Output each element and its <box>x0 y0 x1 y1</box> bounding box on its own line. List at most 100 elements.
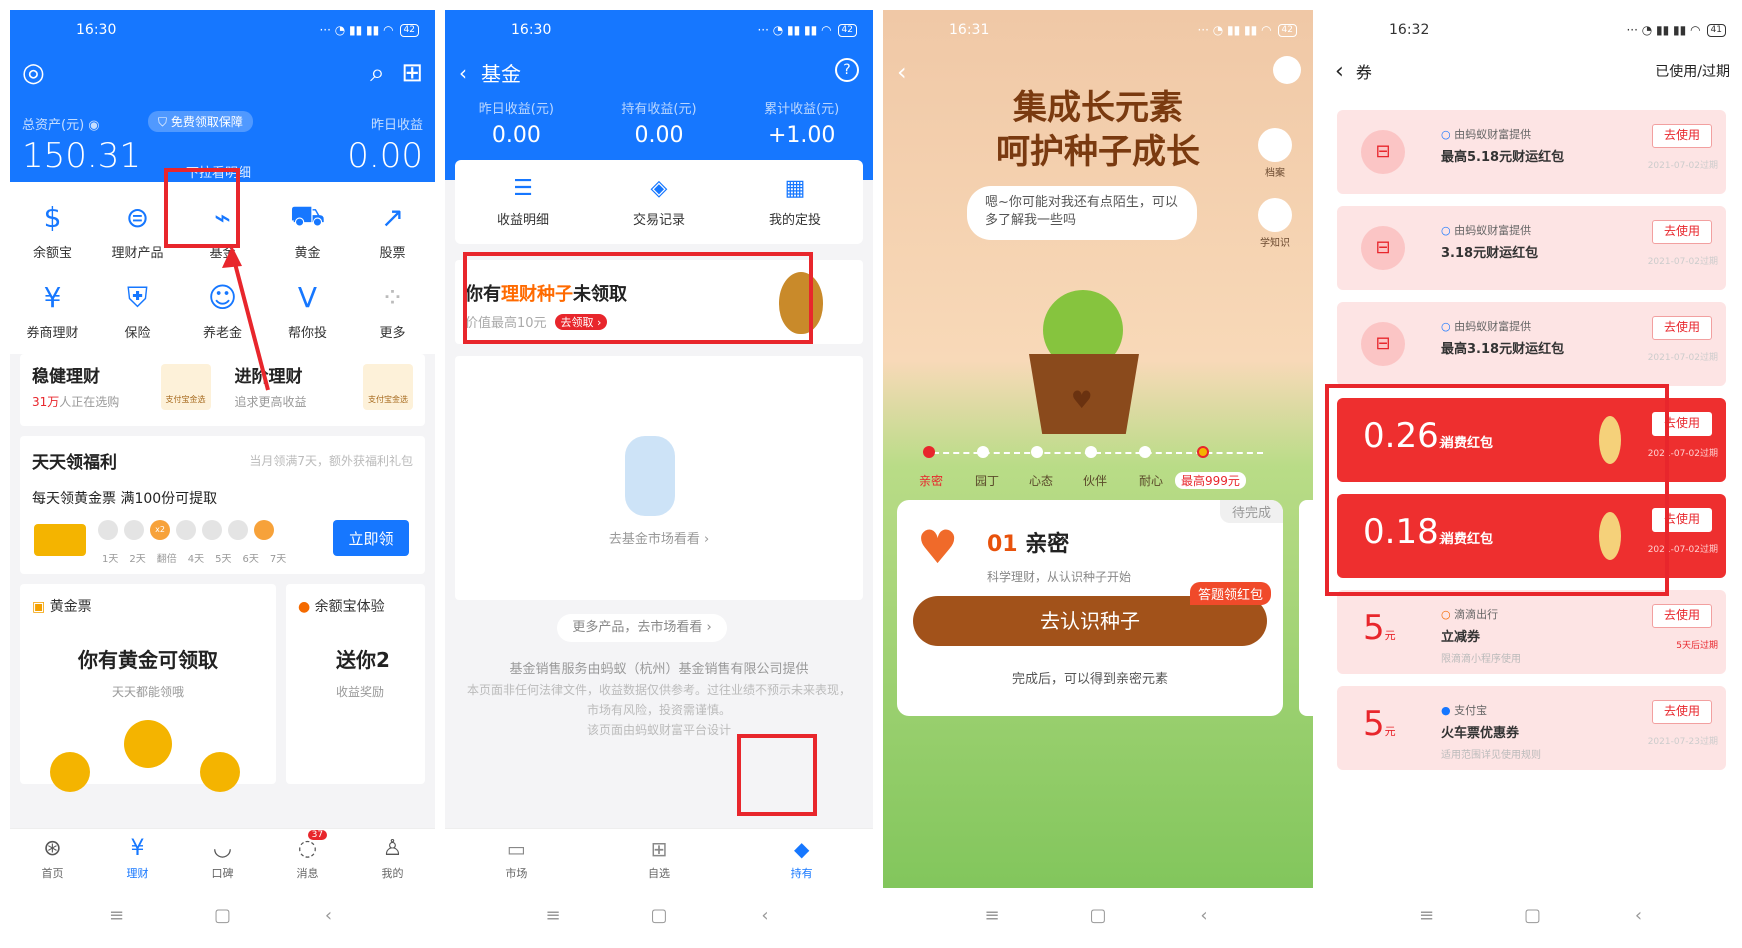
annotation-arrow <box>222 246 270 391</box>
used-expired-link[interactable]: 已使用/过期 <box>1655 61 1730 81</box>
calendar-icon: ▦ <box>784 176 806 201</box>
disclaimer: 基金销售服务由蚂蚁（杭州）基金销售有限公司提供 本页面非任何法律文件，收益数据仅… <box>466 662 851 737</box>
provider-icon: ○ <box>1441 224 1451 237</box>
phone-wealth-home: 16:30 ··· ◔ ▮▮ ▮▮ ◠ 42 ◎ ⌕ ⊞ 总资产(元) ◉ ⛉ 免… <box>10 10 435 942</box>
page-title: 券 <box>1355 63 1372 82</box>
menu-icon[interactable]: ≡ <box>1418 905 1436 926</box>
menu-icon[interactable]: ≡ <box>544 905 562 926</box>
use-coupon-button[interactable]: 去使用 <box>1652 316 1712 340</box>
back-icon[interactable]: ‹ <box>1630 905 1648 926</box>
back-icon[interactable]: ‹ <box>756 905 774 926</box>
learn-button[interactable]: 学知识 <box>1255 198 1295 249</box>
record-icon: ◈ <box>650 176 668 201</box>
add-square-icon: ⊞ <box>650 836 668 861</box>
page-title: 基金 <box>481 62 521 86</box>
max-reward-label: 最高999元 <box>1175 472 1246 489</box>
avatar[interactable] <box>1273 56 1301 84</box>
stage-mindset[interactable]: 心态 <box>1029 472 1053 489</box>
headline: 集成长元素 呵护种子成长 <box>996 88 1200 172</box>
system-nav-bar: ≡ ▢ ‹ <box>445 888 873 942</box>
status-bar: 16:31 ··· ◔ ▮▮ ▮▮ ◠ 42 <box>883 10 1313 50</box>
task-panel: 待完成 ♥ 01 亲密 科学理财，从认识种子开始 去认识种子 答题领红包 完成后… <box>897 500 1283 716</box>
alipay-icon: ● <box>1441 704 1451 717</box>
coupon-icon: ⊟ <box>1361 226 1405 270</box>
income-stats: 昨日收益(元) 0.00 持有收益(元) 0.00 累计收益(元) +1.00 <box>478 102 840 148</box>
tab-watchlist[interactable]: ⊞ 自选 <box>588 829 731 888</box>
use-coupon-button[interactable]: 去使用 <box>1652 604 1712 628</box>
system-nav-bar: ≡ ▢ ‹ <box>883 888 1313 942</box>
fund-actions: ☰ 收益明细 ◈ 交易记录 ▦ 我的定投 <box>455 160 863 244</box>
go-fund-market-link[interactable]: 去基金市场看看 › <box>455 528 863 547</box>
graduation-cap-icon <box>1258 198 1292 232</box>
status-badge: 待完成 <box>1219 500 1283 523</box>
provider-icon: ○ <box>1441 608 1451 621</box>
coupon-item[interactable]: ⊟ ○ 由蚂蚁财富提供 最高5.18元财运红包 去使用 2021-07-02过期 <box>1337 110 1726 194</box>
fund-header: 16:30 ··· ◔ ▮▮ ▮▮ ◠ 42 ‹ 基金 ? 昨日收益(元) 0.00 … <box>445 10 873 180</box>
archive-button[interactable]: 档案 <box>1255 128 1295 179</box>
market-icon: ▭ <box>506 836 526 861</box>
highlight-red-coupons <box>1325 384 1669 596</box>
layers-icon: ◆ <box>793 836 810 861</box>
phone-seed-growth: 16:31 ··· ◔ ▮▮ ▮▮ ◠ 42 ‹ 集成长元素 呵护种子成长 档案 学… <box>883 10 1313 942</box>
coupon-item[interactable]: ⊟ ○ 由蚂蚁财富提供 3.18元财运红包 去使用 2021-07-02过期 <box>1337 206 1726 290</box>
battery-icon: 42 <box>1277 23 1297 37</box>
home-square-icon[interactable]: ▢ <box>1524 905 1542 926</box>
phone-coupons: 16:32 ··· ◔ ▮▮ ▮▮ ◠ 41 ‹ 券 已使用/过期 ⊟ ○ 由蚂蚁… <box>1323 10 1742 942</box>
stage-partner[interactable]: 伙伴 <box>1083 472 1107 489</box>
signal-icon: ··· ◔ ▮▮ ▮▮ ◠ <box>1626 23 1701 37</box>
auto-invest-button[interactable]: ▦ 我的定投 <box>727 160 863 244</box>
fund-tab-bar: ▭ 市场 ⊞ 自选 ◆ 持有 <box>445 828 873 888</box>
highlight-seed-banner <box>463 252 813 344</box>
stage-intimacy[interactable]: 亲密 <box>919 472 943 489</box>
screenshot-collage: 16:30 ··· ◔ ▮▮ ▮▮ ◠ 42 ◎ ⌕ ⊞ 总资产(元) ◉ ⛉ 免… <box>0 0 1742 948</box>
coupon-icon: ⊟ <box>1361 130 1405 174</box>
coupon-item[interactable]: 5元 ○ 滴滴出行 立减券 限滴滴小程序使用 去使用 5天后过期 <box>1337 590 1726 674</box>
growth-progress <box>923 442 1273 464</box>
heart-icon: ♥ <box>1071 386 1093 414</box>
stage-gardener[interactable]: 园丁 <box>975 472 999 489</box>
tab-holdings[interactable]: ◆ 持有 <box>730 829 873 888</box>
home-square-icon[interactable]: ▢ <box>650 905 668 926</box>
empty-holdings: 去基金市场看看 › <box>455 356 863 600</box>
reward-icon <box>1197 446 1209 458</box>
home-square-icon[interactable]: ▢ <box>1089 905 1107 926</box>
income-detail-button[interactable]: ☰ 收益明细 <box>455 160 591 244</box>
speech-bubble: 嗯~你可能对我还有点陌生，可以多了解我一些吗 <box>967 186 1197 240</box>
signal-icon: ··· ◔ ▮▮ ▮▮ ◠ <box>757 23 832 37</box>
use-coupon-button[interactable]: 去使用 <box>1652 700 1712 724</box>
status-time: 16:31 <box>949 22 990 38</box>
status-time: 16:32 <box>1389 22 1430 38</box>
back-icon[interactable]: ‹ <box>459 61 467 85</box>
back-icon[interactable]: ‹ <box>897 58 907 86</box>
trade-record-button[interactable]: ◈ 交易记录 <box>591 160 727 244</box>
back-icon[interactable]: ‹ <box>1195 905 1213 926</box>
coupon-icon: ⊟ <box>1361 322 1405 366</box>
status-bar: 16:32 ··· ◔ ▮▮ ▮▮ ◠ 41 <box>1323 10 1742 50</box>
tab-market[interactable]: ▭ 市场 <box>445 829 588 888</box>
use-coupon-button[interactable]: 去使用 <box>1652 124 1712 148</box>
coupon-item[interactable]: 5元 ● 支付宝 火车票优惠券 适用范围详见使用规则 去使用 2021-07-2… <box>1337 686 1726 770</box>
more-products-link[interactable]: 更多产品，去市场看看 › <box>557 614 727 642</box>
status-time: 16:30 <box>511 22 552 38</box>
battery-icon: 42 <box>837 23 857 37</box>
provider-icon: ○ <box>1441 128 1451 141</box>
menu-icon[interactable]: ≡ <box>983 905 1001 926</box>
ant-mascot-icon <box>625 436 675 516</box>
system-nav-bar: ≡ ▢ ‹ <box>1323 888 1742 942</box>
back-icon[interactable]: ‹ <box>1335 59 1344 84</box>
quiz-reward-tag: 答题领红包 <box>1189 582 1271 605</box>
use-coupon-button[interactable]: 去使用 <box>1652 220 1712 244</box>
signal-icon: ··· ◔ ▮▮ ▮▮ ◠ <box>1197 23 1272 37</box>
document-icon: ☰ <box>513 176 533 201</box>
coupon-nav: ‹ 券 已使用/过期 <box>1323 54 1742 88</box>
phone-fund-holdings: 16:30 ··· ◔ ▮▮ ▮▮ ◠ 42 ‹ 基金 ? 昨日收益(元) 0.00 … <box>445 10 873 942</box>
provider-icon: ○ <box>1441 320 1451 333</box>
status-bar: 16:30 ··· ◔ ▮▮ ▮▮ ◠ 42 <box>445 10 873 50</box>
seed-archive-icon <box>1258 128 1292 162</box>
stage-patience[interactable]: 耐心 <box>1139 472 1163 489</box>
coupon-item[interactable]: ⊟ ○ 由蚂蚁财富提供 最高3.18元财运红包 去使用 2021-07-02过期 <box>1337 302 1726 386</box>
highlight-holdings-tab <box>737 734 817 816</box>
next-panel-peek <box>1299 500 1313 716</box>
heart-icon: ♥ <box>917 520 959 574</box>
help-icon[interactable]: ? <box>835 58 859 82</box>
